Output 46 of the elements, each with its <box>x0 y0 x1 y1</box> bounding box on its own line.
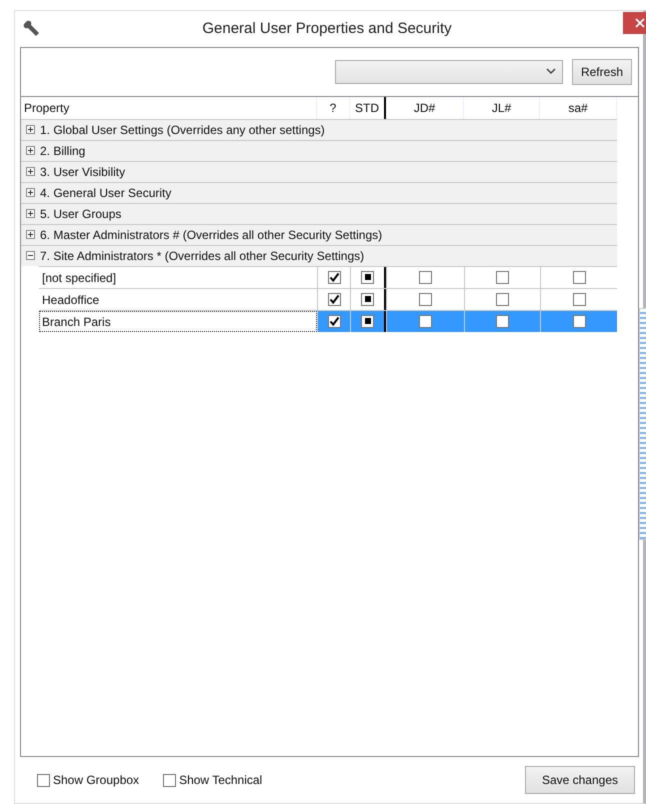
checkbox[interactable] <box>37 774 50 787</box>
expand-icon[interactable] <box>26 188 35 198</box>
wrench-icon <box>21 18 41 39</box>
table-cell-text: [not specified] <box>41 270 118 287</box>
group-label: 4. General User Security <box>40 186 172 200</box>
chevron-icon <box>546 68 556 76</box>
checkbox[interactable] <box>572 270 586 284</box>
collapse-icon[interactable] <box>26 251 35 260</box>
checkbox[interactable] <box>163 774 176 787</box>
group-label: 3. User Visibility <box>40 164 126 179</box>
checkbox-label: Show Groupbox <box>53 773 140 788</box>
refresh-button[interactable]: Refresh <box>572 58 632 85</box>
checkbox[interactable] <box>361 292 374 306</box>
table-row[interactable]: Branch Paris <box>39 310 617 332</box>
expand-icon[interactable] <box>26 167 35 176</box>
checkbox-label: Show Technical <box>179 773 262 788</box>
close-icon <box>635 18 645 28</box>
save-button[interactable]: Save changes <box>524 766 635 794</box>
checkbox[interactable] <box>328 270 340 284</box>
checkbox[interactable] <box>496 270 509 284</box>
checkbox[interactable] <box>361 314 374 328</box>
checkbox[interactable] <box>419 292 432 306</box>
checkbox[interactable] <box>328 292 340 306</box>
table-row[interactable]: Headoffice <box>39 288 617 310</box>
checkbox[interactable] <box>419 270 432 284</box>
checkbox[interactable] <box>328 314 340 328</box>
checkbox[interactable] <box>496 292 509 306</box>
checkbox[interactable] <box>361 270 374 284</box>
checkbox[interactable] <box>419 314 432 328</box>
expand-icon[interactable] <box>26 230 35 240</box>
expand-icon[interactable] <box>26 209 35 218</box>
group-label: 5. User Groups <box>40 206 122 221</box>
scrollbar[interactable] <box>639 308 646 540</box>
checkbox[interactable] <box>572 292 586 306</box>
group-label: 2. Billing <box>40 144 86 158</box>
table-cell-text: Headoffice <box>41 292 100 309</box>
expand-icon[interactable] <box>26 146 35 156</box>
group-label: 7. Site Administrators * (Overrides all other Security Settings) <box>40 248 364 263</box>
group-label: 1. Global User Settings (Overrides any other settings) <box>40 122 325 137</box>
table-row[interactable]: [not specified] <box>39 266 617 288</box>
table-cell: Branch Paris <box>39 310 317 332</box>
checkbox[interactable] <box>496 314 509 328</box>
window-title: General User Properties and Security <box>201 20 453 38</box>
expand-icon[interactable] <box>26 125 35 134</box>
checkbox[interactable] <box>572 314 586 328</box>
group-label: 6. Master Administrators # (Overrides all other Security Settings) <box>40 228 382 242</box>
